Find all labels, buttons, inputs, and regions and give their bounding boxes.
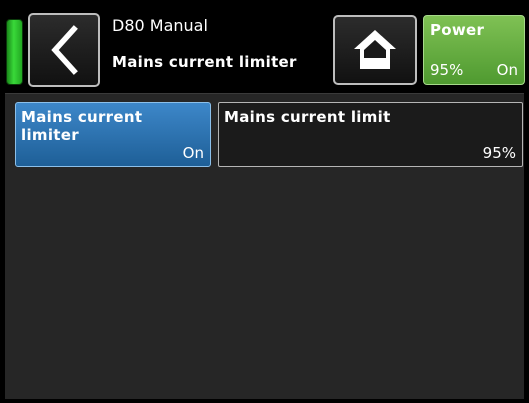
mains-current-limiter-tile[interactable]: Mains current limiter On [15, 102, 211, 167]
power-percent: 95% [430, 61, 464, 79]
tile-label: Mains current limit [224, 108, 391, 126]
device-screen: D80 Manual Mains current limiter Power 9… [0, 0, 529, 403]
power-button[interactable]: Power 95% On [423, 15, 525, 85]
device-title: D80 Manual [112, 16, 208, 35]
power-label: Power [430, 21, 485, 39]
back-button[interactable] [28, 13, 100, 87]
mains-current-limit-tile[interactable]: Mains current limit 95% [218, 102, 523, 167]
header: D80 Manual Mains current limiter [112, 16, 297, 72]
tile-value: On [182, 144, 204, 162]
power-state: On [496, 61, 518, 79]
chevron-left-icon [51, 25, 78, 75]
home-icon [354, 30, 396, 69]
status-led [6, 19, 23, 85]
content-panel: Mains current limiter On Mains current l… [5, 93, 524, 399]
home-button[interactable] [333, 15, 417, 85]
page-title: Mains current limiter [112, 53, 297, 71]
tile-label: Mains current limiter [21, 108, 143, 144]
tile-value: 95% [482, 144, 516, 162]
